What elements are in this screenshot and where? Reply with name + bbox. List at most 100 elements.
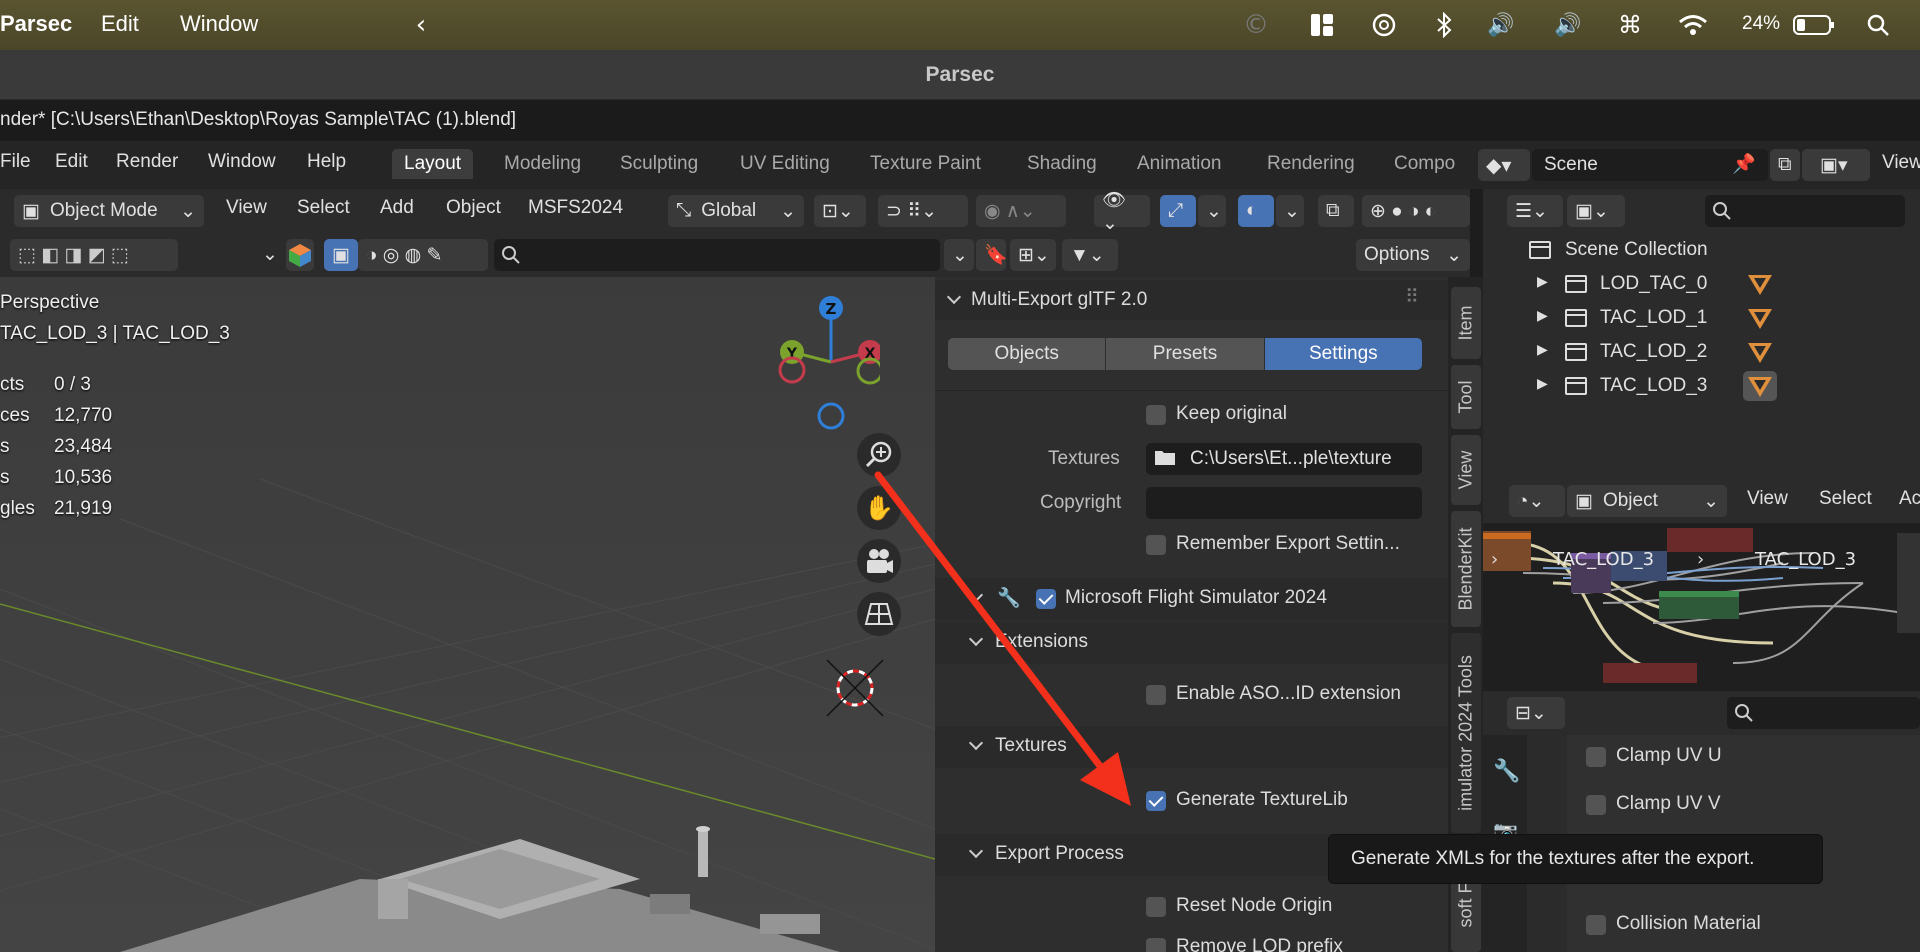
menu-edit[interactable]: Edit (55, 151, 88, 173)
outliner-display-mode[interactable]: ☰⌄ (1507, 195, 1563, 227)
node-menu-view[interactable]: View (1747, 488, 1788, 510)
pin-icon[interactable]: 📌 (1732, 152, 1756, 176)
scene-name-field[interactable]: Scene 📌 (1532, 149, 1768, 181)
filter-button[interactable]: ▼⌄ (1062, 239, 1118, 271)
outliner-item[interactable]: ▶ LOD_TAC_0 (1483, 267, 1920, 301)
clamp-uv-u-checkbox[interactable] (1586, 747, 1606, 767)
zoom-button[interactable] (857, 433, 901, 477)
copyright-icon[interactable]: © (1240, 9, 1272, 41)
openai-icon[interactable] (1368, 9, 1400, 41)
keep-original-checkbox[interactable] (1146, 405, 1166, 425)
node-editor[interactable]: ◔⌄ ▣ Object ⌄ View Select Ac TAC_LOD_3 T… (1483, 479, 1920, 691)
xray-button[interactable]: ⧉ (1318, 195, 1354, 227)
tab-view[interactable]: View (1451, 435, 1481, 505)
tab-sculpting[interactable]: Sculpting (608, 149, 710, 179)
tab-msfs-tools[interactable]: imulator 2024 Tools (1451, 633, 1481, 833)
ortho-toggle-button[interactable] (857, 592, 901, 636)
properties-editor-type[interactable]: ⊟⌄ (1507, 697, 1565, 729)
filter-type-buttons[interactable]: ◑ ◎ ◍ ✎ (358, 239, 488, 271)
tab-objects[interactable]: Objects (948, 338, 1107, 370)
generate-texturelib-checkbox[interactable] (1146, 791, 1166, 811)
vp-menu-object[interactable]: Object (446, 197, 501, 219)
camera-view-button[interactable] (857, 539, 901, 583)
tab-tool[interactable]: Tool (1451, 365, 1481, 429)
textures-path-field[interactable]: C:\Users\Et...ple\texture (1146, 443, 1422, 475)
tab-layout[interactable]: Layout (392, 149, 474, 179)
lod-icon[interactable] (1748, 275, 1772, 295)
editor-type-button[interactable]: ◔⌄ (1509, 485, 1565, 517)
scene-type-button[interactable]: ◆▾ (1478, 149, 1530, 181)
extensions-section-header[interactable]: Extensions (935, 622, 1448, 664)
outliner-search-input[interactable] (1705, 195, 1905, 227)
tool-button[interactable]: ⌄ (944, 239, 974, 271)
navigation-gizmo[interactable]: Z Y X (770, 290, 880, 430)
tab-rendering[interactable]: Rendering (1255, 149, 1367, 179)
tab-uv-editing[interactable]: UV Editing (728, 149, 842, 179)
node-menu-select[interactable]: Select (1819, 488, 1872, 510)
vp-menu-select[interactable]: Select (297, 197, 350, 219)
menu-render[interactable]: Render (116, 151, 178, 173)
lod-icon[interactable] (1748, 343, 1772, 363)
expand-triangle-icon[interactable]: ▶ (1537, 341, 1548, 358)
vp-menu-add[interactable]: Add (380, 197, 414, 219)
filter-object-button[interactable]: ▣ (324, 239, 358, 271)
transform-orientation-dropdown[interactable]: ⤡ Global ⌄ (668, 195, 804, 227)
options-dropdown[interactable]: Options ⌄ (1356, 239, 1470, 271)
wifi-icon[interactable] (1677, 9, 1709, 41)
volume-icon-2[interactable]: 🔊 (1552, 9, 1584, 41)
outliner-item[interactable]: ▶ TAC_LOD_1 (1483, 301, 1920, 335)
tools-icon[interactable]: 🔧 (1493, 759, 1520, 784)
tab-presets[interactable]: Presets (1106, 338, 1265, 370)
search-icon[interactable] (1862, 9, 1894, 41)
object-mode-dropdown[interactable]: ▣ Object Mode ⌄ (14, 195, 204, 227)
expand-triangle-icon[interactable]: ▶ (1537, 307, 1548, 324)
vp-menu-view[interactable]: View (226, 197, 267, 219)
textures-section-header[interactable]: Textures (935, 726, 1448, 768)
vp-menu-msfs2024[interactable]: MSFS2024 (528, 197, 623, 219)
pan-hand-button[interactable]: ✋ (857, 486, 901, 530)
outliner-item[interactable]: ▶ TAC_LOD_3 (1483, 369, 1920, 403)
volume-icon[interactable]: 🔊 (1485, 9, 1517, 41)
outliner-scene-collection[interactable]: Scene Collection (1483, 233, 1920, 267)
menu-window[interactable]: Window (208, 151, 276, 173)
menubar-window[interactable]: Window (180, 11, 258, 37)
collision-material-checkbox[interactable] (1586, 915, 1606, 935)
clamp-uv-v-checkbox[interactable] (1586, 795, 1606, 815)
drag-handle-icon[interactable]: ⠿ (1405, 286, 1419, 309)
tab-blenderkit[interactable]: BlenderKit (1451, 511, 1481, 627)
menubar-edit[interactable]: Edit (101, 11, 139, 37)
layout-grid-icon[interactable] (1306, 9, 1338, 41)
color-cube-button[interactable] (286, 239, 314, 271)
proportional-edit-button[interactable]: ◉ ∧⌄ (976, 195, 1066, 227)
hierarchy-button[interactable]: ⊞⌄ (1010, 239, 1056, 271)
bluetooth-icon[interactable] (1428, 9, 1460, 41)
menu-file[interactable]: File (0, 151, 31, 173)
view-layer-label[interactable]: View (1882, 152, 1920, 174)
folder-icon[interactable] (1154, 447, 1176, 467)
outliner-filter-mode[interactable]: ▣⌄ (1567, 195, 1625, 227)
remember-settings-checkbox[interactable] (1146, 535, 1166, 555)
tab-settings[interactable]: Settings (1264, 338, 1422, 370)
new-scene-button[interactable]: ⧉ (1770, 149, 1800, 181)
pivot-point-button[interactable]: ⊡⌄ (814, 195, 866, 227)
tab-item[interactable]: Item (1451, 287, 1481, 359)
chevron-down-icon[interactable]: ⌄ (262, 243, 278, 266)
snap-button[interactable]: ⊃ ⠿⌄ (878, 195, 968, 227)
msfs-checkbox[interactable] (1036, 589, 1056, 609)
battery-icon[interactable] (1792, 9, 1836, 41)
copyright-field[interactable] (1146, 487, 1422, 519)
bookmark-button[interactable]: 🔖 (976, 239, 1008, 271)
tab-animation[interactable]: Animation (1125, 149, 1234, 179)
chevron-left-icon[interactable]: ‹ (405, 9, 437, 41)
panel-header[interactable]: Multi-Export glTF 2.0 ⠿ (935, 280, 1448, 320)
gizmo-dropdown[interactable]: ⌄ (1198, 195, 1226, 227)
expand-triangle-icon[interactable]: ▶ (1537, 375, 1548, 392)
msfs-section-header[interactable]: 🔧 Microsoft Flight Simulator 2024 (935, 578, 1448, 620)
gizmo-toggle-button[interactable]: ⤢ (1160, 195, 1196, 227)
visibility-button[interactable]: 👁⌄ (1094, 190, 1150, 234)
outliner-item[interactable]: ▶ TAC_LOD_2 (1483, 335, 1920, 369)
lod-icon[interactable] (1748, 309, 1772, 329)
tab-texture-paint[interactable]: Texture Paint (858, 149, 993, 179)
reset-node-origin-checkbox[interactable] (1146, 897, 1166, 917)
aso-id-checkbox[interactable] (1146, 685, 1166, 705)
